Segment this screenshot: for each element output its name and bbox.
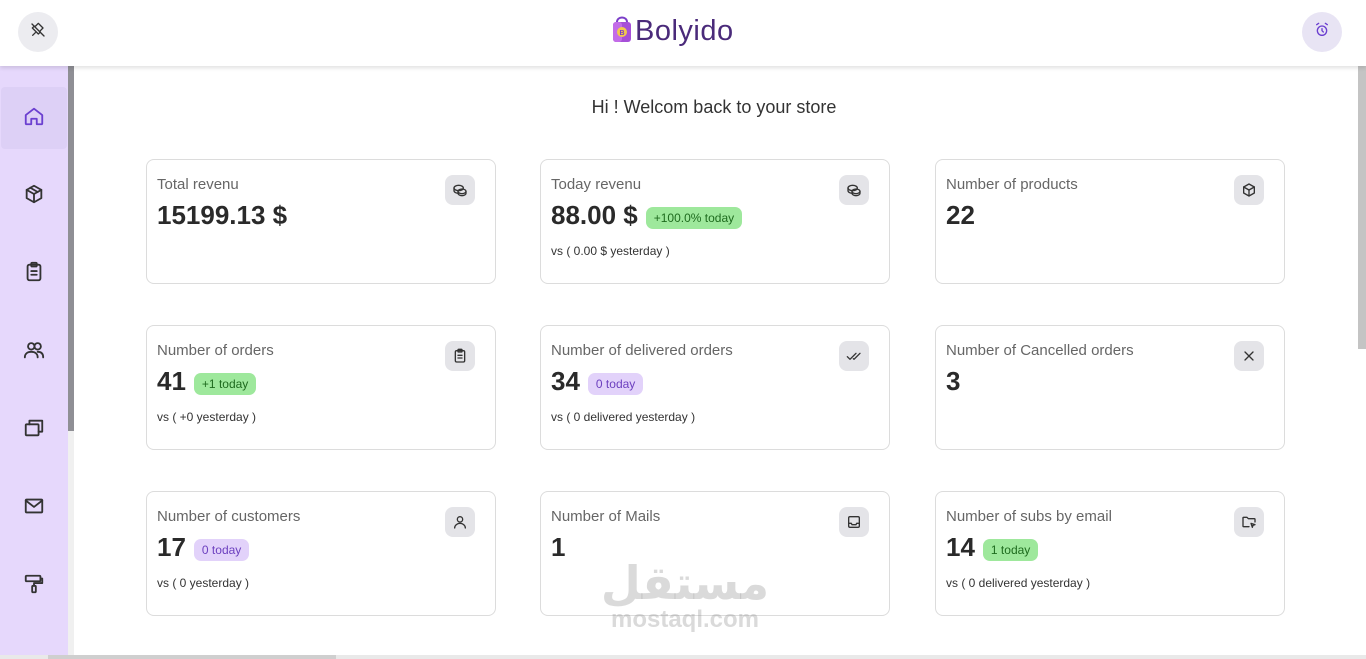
bottom-scroll-thumb[interactable] [48, 655, 336, 659]
watermark-arabic: مستقل [600, 556, 770, 610]
card-value-row: 3 [946, 366, 960, 397]
card-title: Number of Mails [551, 508, 661, 525]
watermark: مستقل mostaql.com [600, 560, 770, 634]
card-title: Number of customers [157, 508, 301, 525]
user-icon [445, 507, 475, 537]
card-title: Number of Cancelled orders [946, 342, 1134, 359]
coins-icon [445, 175, 475, 205]
double-check-icon [839, 341, 869, 371]
card-title: Number of subs by email [946, 508, 1112, 525]
card-comparison: vs ( +0 yesterday ) [157, 410, 257, 424]
stat-card-customers: Number of customers 17 0 today vs ( 0 ye… [146, 491, 496, 616]
top-bar: B Bolyido [0, 0, 1366, 66]
card-comparison: vs ( 0.00 $ yesterday ) [551, 244, 670, 258]
users-icon [23, 339, 45, 366]
shopping-bag-icon: B [611, 14, 633, 49]
status-badge: 1 today [982, 538, 1039, 561]
stat-card-today-revenue: Today revenu 88.00 $ +100.0% today vs ( … [540, 159, 890, 284]
stat-card-delivered-orders: Number of delivered orders 34 0 today vs… [540, 325, 890, 450]
unpin-sidebar-button[interactable] [18, 12, 58, 52]
svg-text:B: B [619, 30, 624, 37]
sidebar-scrollbar-track [68, 431, 74, 659]
card-title: Number of orders [157, 342, 274, 359]
sidebar-item-mails[interactable] [0, 477, 68, 539]
clipboard-icon [23, 261, 45, 288]
card-comparison: vs ( 0 yesterday ) [157, 576, 250, 590]
close-icon [1234, 341, 1264, 371]
card-value: 41 [157, 366, 186, 396]
card-value-row: 15199.13 $ [157, 200, 287, 231]
sidebar [0, 66, 68, 659]
card-value: 1 [551, 532, 566, 562]
coins-icon [839, 175, 869, 205]
package-icon [23, 183, 45, 210]
card-comparison: vs ( 0 delivered yesterday ) [551, 410, 696, 424]
sidebar-item-home[interactable] [1, 87, 67, 149]
alarm-clock-icon [1314, 22, 1330, 43]
sidebar-item-customize[interactable] [0, 555, 68, 617]
card-value-row: 1 [551, 532, 565, 563]
sidebar-item-collections[interactable] [0, 399, 68, 461]
sidebar-item-products[interactable] [0, 165, 68, 227]
watermark-latin: mostaql.com [610, 606, 760, 633]
card-title: Today revenu [551, 176, 642, 193]
home-icon [23, 105, 45, 132]
folder-cursor-icon [1234, 507, 1264, 537]
card-value-row: 14 1 today [946, 532, 1039, 563]
card-title: Total revenu [157, 176, 239, 193]
card-value: 3 [946, 366, 961, 396]
stat-card-email-subs: Number of subs by email 14 1 today vs ( … [935, 491, 1285, 616]
sidebar-scrollbar[interactable] [68, 66, 74, 431]
stat-card-products: Number of products 22 [935, 159, 1285, 284]
card-value: 34 [551, 366, 580, 396]
card-value: 22 [946, 200, 975, 230]
clipboard-icon [445, 341, 475, 371]
brand-logo[interactable]: B Bolyido [611, 14, 734, 49]
pin-off-icon [30, 22, 46, 43]
card-title: Number of products [946, 176, 1078, 193]
card-value: 88.00 $ [551, 200, 638, 230]
card-value: 17 [157, 532, 186, 562]
card-value: 15199.13 $ [157, 200, 288, 230]
welcome-heading: Hi ! Welcom back to your store [591, 97, 837, 117]
sidebar-item-customers[interactable] [0, 321, 68, 383]
page-scrollbar[interactable] [1358, 66, 1366, 349]
card-value-row: 17 0 today [157, 532, 250, 563]
card-value-row: 34 0 today [551, 366, 644, 397]
sidebar-item-orders[interactable] [0, 243, 68, 305]
card-comparison: vs ( 0 delivered yesterday ) [946, 576, 1091, 590]
card-value: 14 [946, 532, 975, 562]
package-icon [1234, 175, 1264, 205]
status-badge: +1 today [193, 372, 257, 395]
card-value-row: 88.00 $ +100.0% today [551, 200, 743, 231]
card-title: Number of delivered orders [551, 342, 733, 359]
status-badge: +100.0% today [645, 206, 743, 229]
paint-roller-icon [23, 573, 45, 600]
stat-card-orders: Number of orders 41 +1 today vs ( +0 yes… [146, 325, 496, 450]
stat-card-cancelled-orders: Number of Cancelled orders 3 [935, 325, 1285, 450]
card-value-row: 22 [946, 200, 975, 231]
mail-icon [23, 495, 45, 522]
status-badge: 0 today [193, 538, 250, 561]
brand-name: Bolyido [635, 15, 734, 47]
notifications-button[interactable] [1302, 12, 1342, 52]
windows-icon [23, 417, 45, 444]
status-badge: 0 today [587, 372, 644, 395]
stat-card-total-revenue: Total revenu 15199.13 $ [146, 159, 496, 284]
card-value-row: 41 +1 today [157, 366, 257, 397]
inbox-icon [839, 507, 869, 537]
